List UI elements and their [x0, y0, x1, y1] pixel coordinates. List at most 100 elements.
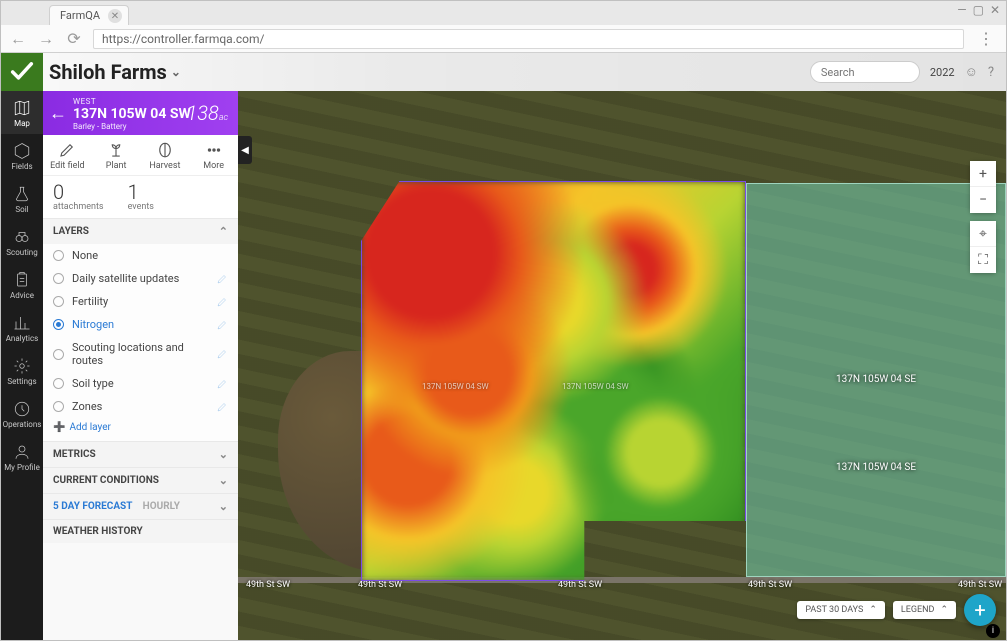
field-label: 137N 105W 04 SE	[747, 374, 1005, 385]
road-label: 49th St SW	[358, 580, 402, 590]
fullscreen-button[interactable]: ⛶	[970, 247, 996, 273]
app-topbar: Shiloh Farms ⌄ 2022 ☺ ?	[1, 53, 1006, 91]
plant-icon	[107, 141, 125, 159]
edit-layer-icon[interactable]	[216, 401, 228, 413]
nav-fields[interactable]: Fields	[1, 134, 43, 177]
collapse-panel-button[interactable]: ◀	[238, 136, 252, 164]
edit-layer-icon[interactable]	[216, 273, 228, 285]
layer-fertility[interactable]: Fertility	[43, 290, 238, 313]
tab-hourly[interactable]: HOURLY	[143, 501, 180, 512]
layer-nitrogen[interactable]: Nitrogen	[43, 313, 238, 336]
field-acres: 138ac	[187, 101, 228, 125]
app-nav: Map Fields Soil Scouting Advice	[1, 91, 43, 640]
add-layer-link[interactable]: ➕Add layer	[43, 418, 238, 441]
clipboard-icon	[13, 271, 31, 289]
plant-button[interactable]: Plant	[92, 135, 141, 175]
tab-bar: FarmQA ✕ — ▢ ✕	[1, 1, 1006, 25]
url-input[interactable]: https://controller.farmqa.com/	[93, 29, 964, 49]
field-label: 137N 105W 04 SW	[562, 382, 629, 391]
nav-settings[interactable]: Settings	[1, 349, 43, 392]
zoom-out-button[interactable]: −	[970, 187, 996, 213]
layers-section-header[interactable]: LAYERS ⌃	[43, 218, 238, 244]
close-window-icon[interactable]: ✕	[990, 3, 1000, 17]
add-fab[interactable]: +	[964, 594, 996, 626]
field-toolbar: Edit field Plant Harvest More	[43, 135, 238, 176]
nav-soil[interactable]: Soil	[1, 177, 43, 220]
chevron-down-icon: ⌄	[219, 448, 228, 461]
layer-scouting[interactable]: Scouting locations and routes	[43, 336, 238, 372]
flask-icon	[13, 185, 31, 203]
nav-scouting[interactable]: Scouting	[1, 220, 43, 263]
road-label: 49th St SW	[558, 580, 602, 590]
map-icon	[13, 99, 31, 117]
year-selector[interactable]: 2022	[930, 66, 955, 79]
topbar-right: 2022 ☺ ?	[810, 61, 994, 83]
map-canvas[interactable]: 49th St SW 49th St SW 49th St SW 49th St…	[238, 91, 1006, 640]
field-header: ← WEST 137N 105W 04 SW Barley - Battery …	[43, 91, 238, 135]
field-polygon-se[interactable]: 137N 105W 04 SE 137N 105W 04 SE	[746, 183, 1006, 577]
zoom-in-button[interactable]: +	[970, 161, 996, 187]
browser-tab[interactable]: FarmQA ✕	[49, 5, 129, 25]
nav-advice[interactable]: Advice	[1, 263, 43, 306]
edit-layer-icon[interactable]	[216, 319, 228, 331]
farm-name-label: Shiloh Farms	[49, 60, 167, 84]
map-info-icon[interactable]: i	[986, 624, 1000, 638]
address-bar: ← → ⟳ https://controller.farmqa.com/ ⋮	[1, 25, 1006, 53]
nav-map[interactable]: Map	[1, 91, 43, 134]
chevron-up-icon: ⌃	[869, 605, 877, 615]
back-icon[interactable]: ←	[9, 30, 27, 48]
layer-none[interactable]: None	[43, 244, 238, 267]
road-label: 49th St SW	[958, 580, 1002, 590]
nav-profile[interactable]: My Profile	[1, 435, 43, 478]
back-arrow-icon[interactable]: ←	[49, 103, 67, 124]
forecast-header[interactable]: 5 DAY FORECAST HOURLY ⌄	[43, 493, 238, 519]
layer-soiltype[interactable]: Soil type	[43, 372, 238, 395]
maximize-icon[interactable]: ▢	[973, 3, 984, 17]
help-icon[interactable]: ?	[988, 65, 994, 80]
weather-history-header[interactable]: WEATHER HISTORY	[43, 519, 238, 543]
road-label: 49th St SW	[246, 580, 290, 590]
layer-zones[interactable]: Zones	[43, 395, 238, 418]
tab-5day[interactable]: 5 DAY FORECAST	[53, 501, 132, 512]
attachments-count[interactable]: 0 attachments	[53, 182, 104, 212]
tab-title: FarmQA	[60, 9, 100, 22]
layer-satellite[interactable]: Daily satellite updates	[43, 267, 238, 290]
nav-analytics[interactable]: Analytics	[1, 306, 43, 349]
sync-icon[interactable]: ☺	[965, 64, 978, 80]
operations-icon	[13, 400, 31, 418]
legend-chip[interactable]: LEGEND⌃	[893, 601, 956, 619]
timerange-chip[interactable]: PAST 30 DAYS⌃	[797, 601, 885, 619]
harvest-button[interactable]: Harvest	[141, 135, 190, 175]
app: Shiloh Farms ⌄ 2022 ☺ ? Map Fields	[1, 53, 1006, 640]
edit-layer-icon[interactable]	[216, 378, 228, 390]
field-polygon-sw[interactable]: 137N 105W 04 SW 137N 105W 04 SW	[361, 181, 746, 581]
browser-window: FarmQA ✕ — ▢ ✕ ← → ⟳ https://controller.…	[0, 0, 1007, 641]
counts-row: 0 attachments 1 events	[43, 176, 238, 218]
reload-icon[interactable]: ⟳	[65, 30, 83, 48]
app-logo[interactable]	[1, 53, 43, 91]
forward-icon[interactable]: →	[37, 30, 55, 48]
edit-layer-icon[interactable]	[216, 348, 228, 360]
nav-operations[interactable]: Operations	[1, 392, 43, 435]
more-button[interactable]: More	[189, 135, 238, 175]
edit-layer-icon[interactable]	[216, 296, 228, 308]
radio-icon	[53, 250, 64, 261]
events-count[interactable]: 1 events	[128, 182, 154, 212]
chart-icon	[13, 314, 31, 332]
browser-menu-icon[interactable]: ⋮	[974, 29, 998, 48]
close-tab-icon[interactable]: ✕	[108, 9, 122, 23]
minimize-icon[interactable]: —	[957, 3, 966, 17]
field-label: 137N 105W 04 SW	[422, 382, 489, 391]
chevron-up-icon: ⌃	[219, 225, 228, 238]
search-input[interactable]	[810, 61, 920, 83]
field-label: 137N 105W 04 SE	[747, 462, 1005, 473]
chevron-down-icon: ⌄	[219, 474, 228, 487]
farm-selector[interactable]: Shiloh Farms ⌄	[49, 60, 181, 84]
current-conditions-header[interactable]: CURRENT CONDITIONS⌄	[43, 467, 238, 493]
edit-field-button[interactable]: Edit field	[43, 135, 92, 175]
radio-icon	[53, 378, 64, 389]
road-label: 49th St SW	[748, 580, 792, 590]
plus-icon: ➕	[53, 422, 65, 433]
locate-button[interactable]: ⌖	[970, 221, 996, 247]
metrics-section-header[interactable]: METRICS⌄	[43, 441, 238, 467]
